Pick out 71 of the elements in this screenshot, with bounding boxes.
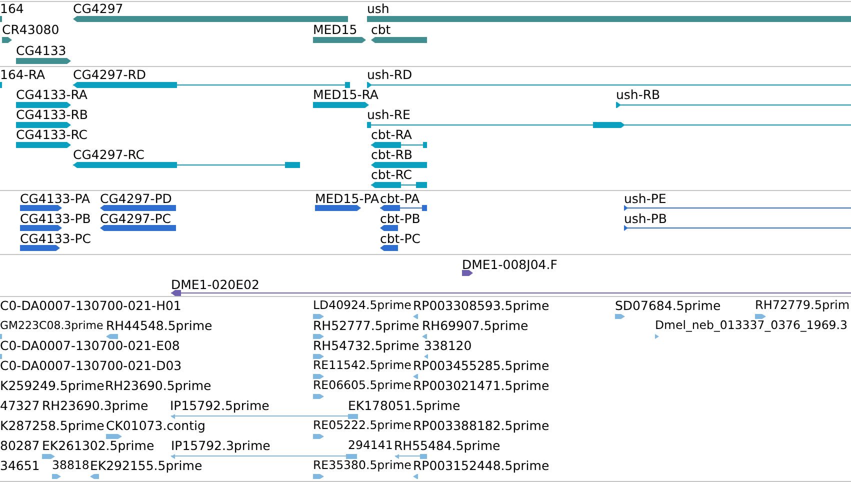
feature-label: CG4133-PB	[20, 212, 91, 225]
feature-label: IP15792.3prime	[171, 439, 270, 452]
feature-label: CG4297-PC	[100, 212, 172, 225]
feature-label: EK292155.5prime	[90, 459, 202, 472]
feature-label: IP15792.5prime	[170, 399, 270, 412]
feature-label: RH55484.5prime	[394, 439, 500, 452]
feature-label: C0-DA0007-130700-021-E08	[0, 339, 180, 352]
feature-label: CG4133	[16, 44, 66, 57]
feature-label: SD07684.5prime	[615, 299, 721, 312]
feature-label: DME1-020E02	[171, 278, 260, 291]
feature-label: RP003021471.5prime	[413, 379, 550, 392]
feature-label: RH69907.5prime	[422, 319, 528, 332]
feature-label: CG4133-RA	[16, 88, 88, 101]
feature-label: EK261302.5prime	[42, 439, 154, 452]
feature-label: K287258.5prime	[0, 419, 104, 432]
feature-label: RP003455285.5prime	[413, 359, 550, 372]
feature-label: RH52777.5prime	[313, 319, 420, 332]
feature-label: cbt-PC	[380, 232, 420, 245]
feature-label: cbt	[371, 23, 391, 36]
feature-label: cbt-PA	[380, 192, 420, 205]
feature-label: RH23690.3prime	[42, 399, 148, 412]
feature-label: CG4297	[73, 2, 124, 15]
feature-label: CG4133-RC	[16, 128, 88, 141]
feature-label: CK01073.contig	[106, 419, 206, 432]
feature-label: RH23690.5prime	[105, 379, 212, 392]
feature-label: RE06605.5prime	[313, 379, 412, 392]
feature-label: RH54732.5prime	[313, 339, 420, 352]
feature-label: ush-RD	[367, 68, 412, 81]
feature-label: CG4297-RC	[73, 148, 145, 161]
feature-label: CG4133-RB	[16, 108, 88, 121]
feature-label: RH44548.5prime	[106, 319, 212, 332]
feature-label: RE35380.5prime	[313, 459, 412, 472]
feature-label: RP003152448.5prime	[413, 459, 550, 472]
feature-label: 80287	[0, 439, 40, 452]
feature-label: LD40924.5prime	[313, 299, 412, 312]
feature-label: MED15-RA	[313, 88, 378, 101]
feature-label: C0-DA0007-130700-021-D03	[0, 359, 182, 372]
feature-label: MED15	[313, 23, 358, 36]
feature-label: 164	[0, 2, 24, 15]
feature-label: 38818	[52, 459, 90, 472]
feature-label: K259249.5prime	[0, 379, 104, 392]
feature-label: CR43080	[2, 23, 60, 36]
feature-label: RE11542.5prime	[313, 359, 412, 372]
feature-label: ush-RB	[616, 88, 660, 101]
feature-label: ush-PE	[624, 192, 666, 205]
feature-label: cbt-RB	[371, 148, 412, 161]
feature-label: 34651	[0, 459, 40, 472]
feature-label: DME1-008J04.F	[462, 258, 558, 271]
feature-label: 47327	[0, 399, 40, 412]
feature-label: cbt-RA	[371, 128, 412, 141]
feature-label: MED15-PA	[315, 192, 380, 205]
feature-label: CG4297-RD	[73, 68, 146, 81]
feature-label: 164-RA	[0, 68, 46, 81]
feature-label: 338120	[424, 339, 472, 352]
feature-label: RH72779.5prim	[755, 299, 850, 312]
feature-label: RP003308593.5prime	[413, 299, 550, 312]
feature-label: 294141	[348, 439, 393, 452]
feature-label: CG4133-PC	[20, 232, 92, 245]
feature-label: cbt-RC	[371, 168, 412, 181]
feature-label: EK178051.5prime	[348, 399, 460, 412]
feature-label: CG4133-PA	[20, 192, 90, 205]
feature-label: GM223C08.3prime	[0, 319, 104, 332]
feature-label: Dmel_neb_013337_0376_1969.3	[655, 319, 848, 332]
feature-label: ush-PB	[624, 212, 667, 225]
feature-label: RE05222.5prime	[313, 419, 412, 432]
feature-label: C0-DA0007-130700-021-H01	[0, 299, 182, 312]
feature-label: ush	[367, 2, 390, 15]
feature-label: CG4297-PD	[100, 192, 172, 205]
feature-label: cbt-PB	[380, 212, 420, 225]
feature-label: RP003388182.5prime	[413, 419, 550, 432]
feature-label: ush-RE	[367, 108, 410, 121]
